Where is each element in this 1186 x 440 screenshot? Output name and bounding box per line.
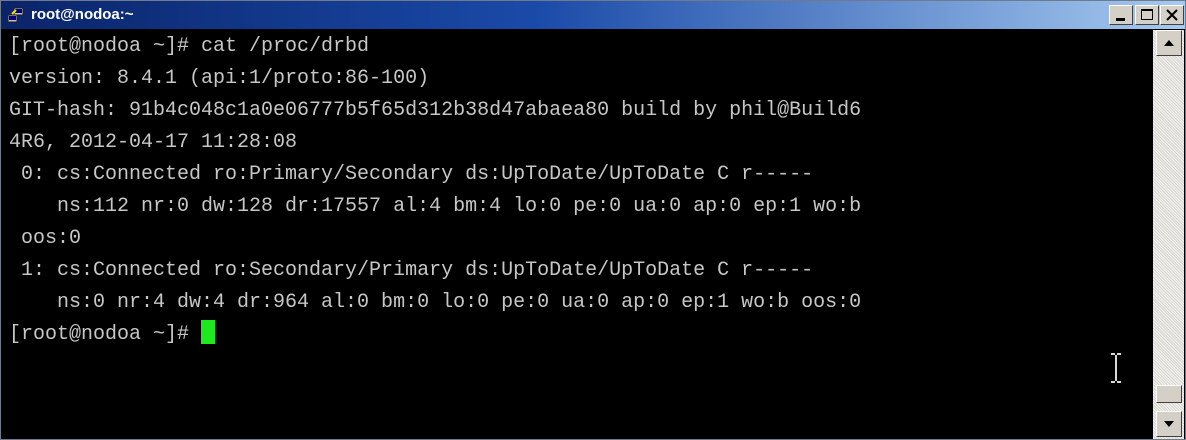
terminal-output[interactable]: [root@nodoa ~]# cat /proc/drbd version: … bbox=[3, 30, 1151, 438]
window-title: root@nodoa:~ bbox=[31, 6, 134, 23]
close-icon bbox=[1166, 9, 1178, 21]
terminal-line: 4R6, 2012-04-17 11:28:08 bbox=[9, 131, 298, 154]
title-bar[interactable]: root@nodoa:~ bbox=[1, 1, 1185, 29]
minimize-icon bbox=[1116, 18, 1125, 21]
terminal-line: ns:0 nr:4 dw:4 dr:964 al:0 bm:0 lo:0 pe:… bbox=[9, 291, 862, 314]
terminal-line: oos:0 bbox=[9, 227, 82, 250]
terminal-line: 1: cs:Connected ro:Secondary/Primary ds:… bbox=[9, 259, 814, 282]
arrow-up-icon bbox=[1164, 40, 1174, 46]
maximize-icon bbox=[1141, 9, 1153, 20]
terminal-line: version: 8.4.1 (api:1/proto:86-100) bbox=[9, 67, 430, 90]
vertical-scrollbar[interactable] bbox=[1153, 30, 1184, 439]
scroll-up-button[interactable] bbox=[1156, 30, 1182, 56]
prompt-line[interactable]: [root@nodoa ~]# bbox=[9, 318, 216, 351]
ibeam-cursor-icon bbox=[1111, 353, 1121, 383]
scroll-down-button[interactable] bbox=[1156, 411, 1182, 437]
putty-icon[interactable] bbox=[7, 6, 25, 24]
terminal-window: root@nodoa:~ [root@nodoa ~]# cat /proc/d… bbox=[0, 0, 1186, 440]
scroll-thumb[interactable] bbox=[1156, 385, 1182, 403]
minimize-button[interactable] bbox=[1109, 5, 1133, 25]
maximize-button[interactable] bbox=[1135, 5, 1159, 25]
terminal-line: 0: cs:Connected ro:Primary/Secondary ds:… bbox=[9, 163, 814, 186]
text-cursor bbox=[201, 319, 216, 344]
terminal-line: GIT-hash: 91b4c048c1a0e06777b5f65d312b38… bbox=[9, 99, 862, 122]
terminal-line: ns:112 nr:0 dw:128 dr:17557 al:4 bm:4 lo… bbox=[9, 195, 862, 218]
arrow-down-icon bbox=[1164, 421, 1174, 427]
terminal-line: [root@nodoa ~]# cat /proc/drbd bbox=[9, 35, 370, 58]
close-button[interactable] bbox=[1160, 5, 1184, 25]
shell-prompt: [root@nodoa ~]# bbox=[9, 323, 202, 346]
